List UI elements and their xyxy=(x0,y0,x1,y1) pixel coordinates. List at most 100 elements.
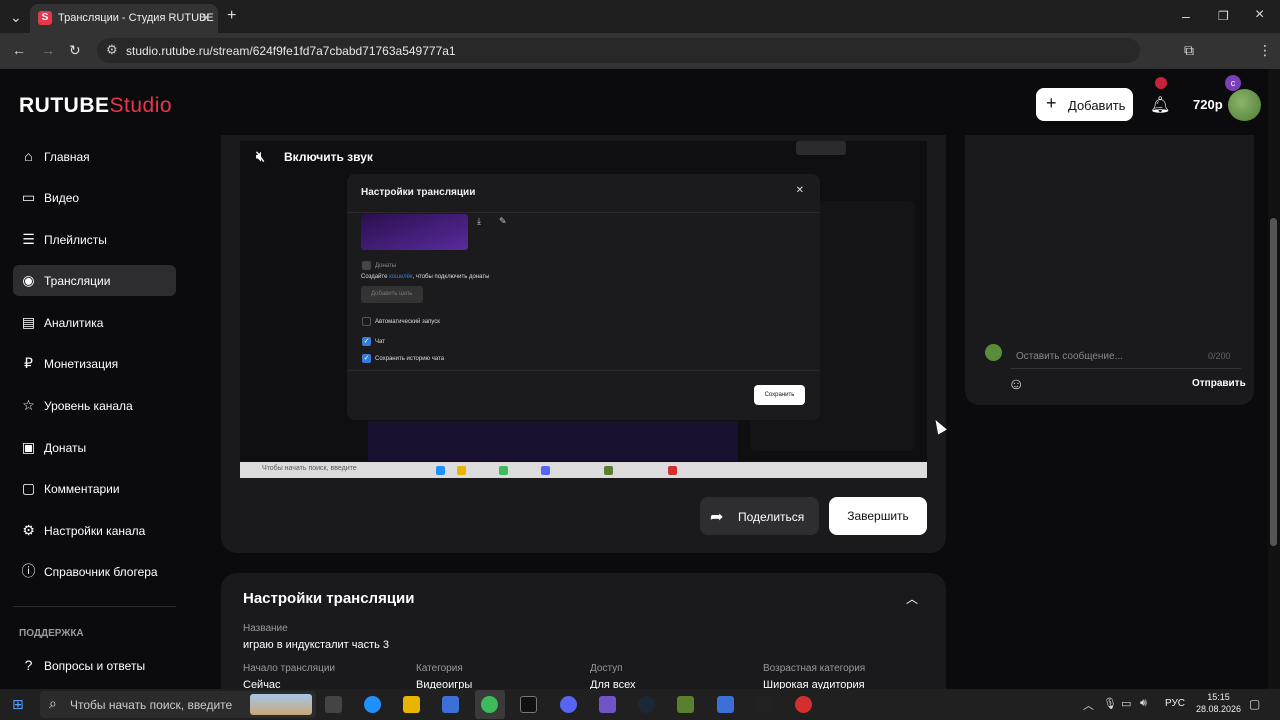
tab-search-icon[interactable]: ⌄ xyxy=(10,10,22,24)
sidebar-item-label: Трансляции xyxy=(44,274,111,288)
sidebar-item-donations[interactable]: ▣ Донаты xyxy=(13,432,176,463)
embedded-search-text: Чтобы начать поиск, введите xyxy=(262,465,357,472)
forward-icon[interactable]: → xyxy=(41,43,55,57)
stream-settings-title: Настройки трансляции xyxy=(243,590,415,607)
minecraft-icon[interactable] xyxy=(677,696,694,713)
share-button-label: Поделиться xyxy=(738,510,805,524)
avatar[interactable] xyxy=(1228,89,1261,121)
save-history-checkbox: ✓ xyxy=(362,354,371,363)
quality-indicator[interactable]: 720p xyxy=(1193,97,1223,112)
notification-center-icon[interactable]: ▢ xyxy=(1249,697,1260,711)
sidebar-item-broadcasts[interactable]: ◉ Трансляции xyxy=(13,265,176,296)
embedded-close-icon: ✕ xyxy=(795,185,804,196)
extension-red-icon[interactable] xyxy=(1155,77,1167,89)
network-icon[interactable]: ▭ xyxy=(1121,697,1131,710)
notifications-bell-icon[interactable]: 🔔︎ xyxy=(1150,95,1170,115)
embedded-divider xyxy=(347,212,820,213)
terminal-icon[interactable] xyxy=(520,696,537,713)
windows-search-box[interactable]: ⌕ Чтобы начать поиск, введите xyxy=(40,691,316,718)
profile-avatar-icon[interactable]: c xyxy=(1225,75,1241,91)
home-icon: ⌂ xyxy=(24,148,33,164)
chevron-up-icon[interactable]: ︿ xyxy=(906,590,918,607)
visual-studio-icon[interactable] xyxy=(599,696,616,713)
obs-icon[interactable] xyxy=(795,696,812,713)
steam-icon[interactable] xyxy=(638,696,655,713)
chrome-icon[interactable] xyxy=(481,696,498,713)
extensions-puzzle-icon[interactable]: ⧉ xyxy=(1184,43,1194,57)
game-icon[interactable] xyxy=(756,696,773,713)
discord-icon[interactable] xyxy=(560,696,577,713)
sidebar-item-label: Монетизация xyxy=(44,357,119,371)
sidebar-item-home[interactable]: ⌂ Главная xyxy=(13,141,176,172)
task-view-icon[interactable] xyxy=(325,696,342,713)
close-tab-icon[interactable]: × xyxy=(202,9,210,25)
add-button[interactable]: + Добавить xyxy=(1036,88,1133,121)
end-stream-button[interactable]: Завершить xyxy=(829,497,927,535)
chat-checkbox: ✓ xyxy=(362,337,371,346)
support-section-title: ПОДДЕРЖКА xyxy=(19,628,84,639)
auto-start-checkbox xyxy=(362,317,371,326)
file-explorer-icon[interactable] xyxy=(403,696,420,713)
browser-tab[interactable]: S Трансляции - Студия RUTUBE × xyxy=(30,4,218,33)
embedded-folder-icon xyxy=(457,466,466,475)
edge-icon[interactable] xyxy=(364,696,381,713)
embedded-settings-modal: Настройки трансляции ✕ ⤓ ✎ Донаты Создай… xyxy=(347,174,820,420)
sidebar-item-faq[interactable]: ? Вопросы и ответы xyxy=(13,650,176,681)
sidebar-item-analytics[interactable]: ▤ Аналитика xyxy=(13,307,176,338)
browser-menu-icon[interactable]: ⋮ xyxy=(1258,43,1272,57)
chat-user-avatar xyxy=(985,344,1002,361)
taskbar-clock[interactable]: 15:15 28.08.2026 xyxy=(1196,691,1241,715)
app-icon[interactable] xyxy=(717,696,734,713)
new-tab-icon[interactable]: + xyxy=(227,8,236,24)
scrollbar-thumb[interactable] xyxy=(1270,218,1277,546)
chat-panel xyxy=(965,135,1254,405)
field-name-label: Название xyxy=(243,623,288,634)
sidebar-divider xyxy=(13,606,176,607)
logo-studio: Studio xyxy=(109,94,173,117)
field-name-value: играю в индукcталит часть 3 xyxy=(243,639,390,651)
embedded-edge-icon xyxy=(436,466,445,475)
input-language[interactable]: РУС xyxy=(1165,698,1185,709)
embedded-save-button: Сохранить xyxy=(754,385,805,405)
sidebar-item-monetization[interactable]: ₽ Монетизация xyxy=(13,348,176,379)
question-icon: ? xyxy=(24,657,33,673)
sidebar-item-blogger-guide[interactable]: ⓘ Справочник блогера xyxy=(13,556,176,587)
volume-icon[interactable]: 🔊︎ xyxy=(1140,697,1147,710)
sidebar-item-playlists[interactable]: ☰ Плейлисты xyxy=(13,224,176,255)
tray-chevron-icon[interactable]: ︿ xyxy=(1083,697,1094,713)
sidebar-item-comments[interactable]: ▢ Комментарии xyxy=(13,473,176,504)
windows-start-icon[interactable]: ⊞ xyxy=(12,696,24,713)
microphone-icon[interactable]: 🎙︎ xyxy=(1103,697,1117,710)
donate-hint: Создайте кошелёк, чтобы подключить донат… xyxy=(361,274,490,280)
unmute-label: Включить звук xyxy=(284,150,373,164)
add-goal-button: Добавить цель xyxy=(361,286,423,303)
sidebar-item-channel-level[interactable]: ☆ Уровень канала xyxy=(13,390,176,421)
field-access-label: Доступ xyxy=(590,663,623,674)
emoji-icon[interactable]: ☺ xyxy=(1008,376,1024,394)
site-info-icon[interactable]: ⚙ xyxy=(106,42,118,58)
sidebar-item-video[interactable]: ▭ Видео xyxy=(13,182,176,213)
chat-char-counter: 0/200 xyxy=(1208,351,1231,361)
url-text: studio.rutube.ru/stream/624f9fe1fd7a7cba… xyxy=(126,44,456,58)
sidebar-item-channel-settings[interactable]: ⚙ Настройки канала xyxy=(13,515,176,546)
chat-send-button[interactable]: Отправить xyxy=(1192,378,1246,389)
share-button[interactable]: ➦ Поделиться xyxy=(700,497,819,535)
windows-search-placeholder: Чтобы начать поиск, введите xyxy=(70,698,233,712)
embedded-chrome-icon xyxy=(499,466,508,475)
reload-icon[interactable]: ↻ xyxy=(69,43,81,57)
window-close-icon[interactable]: × xyxy=(1255,7,1264,23)
sidebar-item-label: Вопросы и ответы xyxy=(44,659,146,673)
address-bar[interactable]: ⚙ studio.rutube.ru/stream/624f9fe1fd7a7c… xyxy=(97,38,1140,63)
minimize-icon[interactable]: – xyxy=(1182,9,1190,23)
rutube-studio-logo[interactable]: RUTUBEStudio xyxy=(19,94,172,118)
restore-icon[interactable]: ❐ xyxy=(1218,9,1229,23)
store-icon[interactable] xyxy=(442,696,459,713)
download-icon: ⤓ xyxy=(477,216,481,226)
embedded-modal-title: Настройки трансляции xyxy=(361,187,476,198)
back-icon[interactable]: ← xyxy=(12,43,26,57)
field-start-label: Начало трансляции xyxy=(243,663,335,674)
video-ghost-add-button xyxy=(796,141,846,155)
chat-message-input[interactable]: Оставить сообщение... xyxy=(1016,351,1123,362)
sidebar-item-label: Видео xyxy=(44,191,80,205)
embedded-obs-icon xyxy=(668,466,677,475)
